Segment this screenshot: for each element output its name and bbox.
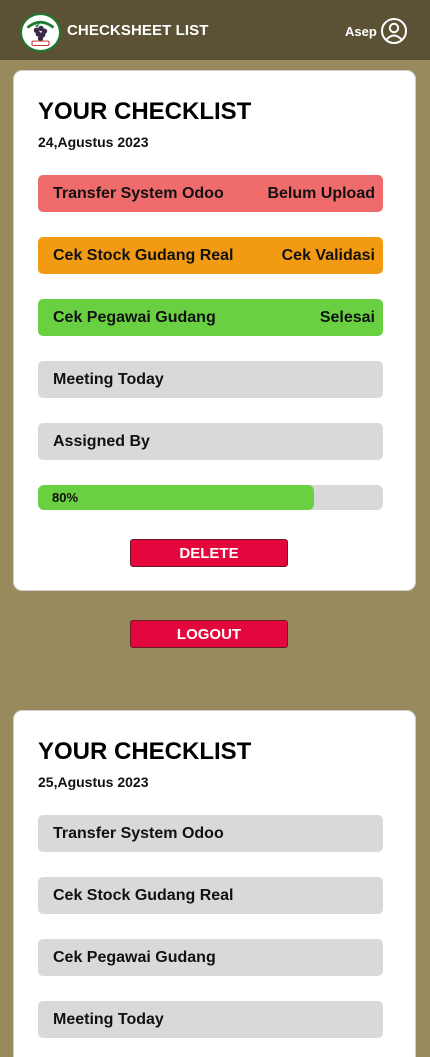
progress-bar: 80% (38, 485, 383, 510)
checklist-date: 25,Agustus 2023 (38, 774, 149, 790)
checklist-date: 24,Agustus 2023 (38, 134, 149, 150)
checklist-item-label: Cek Stock Gudang Real (53, 886, 234, 904)
app-title: CHECKSHEET LIST (67, 22, 209, 39)
checklist-item-label: Transfer System Odoo (53, 184, 224, 202)
checklist-item[interactable]: Meeting Today (38, 361, 383, 398)
progress-label: 80% (52, 490, 79, 505)
checklist-item-status: Belum Upload (267, 184, 375, 202)
checklist-item[interactable]: Assigned By (38, 423, 383, 460)
checklist-item[interactable]: Cek Stock Gudang Real Cek Validasi (38, 237, 383, 274)
checklist-item-status: Cek Validasi (281, 246, 375, 264)
checklist-item[interactable]: Meeting Today (38, 1001, 383, 1038)
checklist-item-status: Selesai (319, 308, 375, 326)
checklist-card: YOUR CHECKLIST 25,Agustus 2023 Transfer … (13, 710, 416, 1057)
checklist-item-label: Cek Stock Gudang Real (53, 246, 234, 264)
checklist-item-label: Cek Pegawai Gudang (53, 948, 216, 966)
username-label[interactable]: Asep (345, 24, 377, 39)
checklist-item-label: Transfer System Odoo (53, 824, 224, 842)
delete-button[interactable]: DELETE (130, 539, 288, 567)
progress-bar-fill: 80% (38, 485, 314, 510)
grape-logo-icon (20, 13, 61, 52)
checklist-item[interactable]: Cek Stock Gudang Real (38, 877, 383, 914)
checklist-item[interactable]: Transfer System Odoo Belum Upload (38, 175, 383, 212)
checklist-card: YOUR CHECKLIST 24,Agustus 2023 Transfer … (13, 70, 416, 591)
checklist-title: YOUR CHECKLIST (38, 738, 252, 765)
user-circle-icon[interactable] (380, 17, 408, 45)
checklist-item[interactable]: Cek Pegawai Gudang Selesai (38, 299, 383, 336)
checklist-item-label: Meeting Today (53, 1010, 164, 1028)
checklist-item-label: Meeting Today (53, 370, 164, 388)
checklist-item-label: Assigned By (53, 432, 150, 450)
checklist-item[interactable]: Transfer System Odoo (38, 815, 383, 852)
checklist-item[interactable]: Cek Pegawai Gudang (38, 939, 383, 976)
checklist-item-label: Cek Pegawai Gudang (53, 308, 216, 326)
logout-button[interactable]: LOGOUT (130, 620, 288, 648)
app-header: CHECKSHEET LIST Asep (0, 0, 430, 60)
checklist-title: YOUR CHECKLIST (38, 98, 252, 125)
